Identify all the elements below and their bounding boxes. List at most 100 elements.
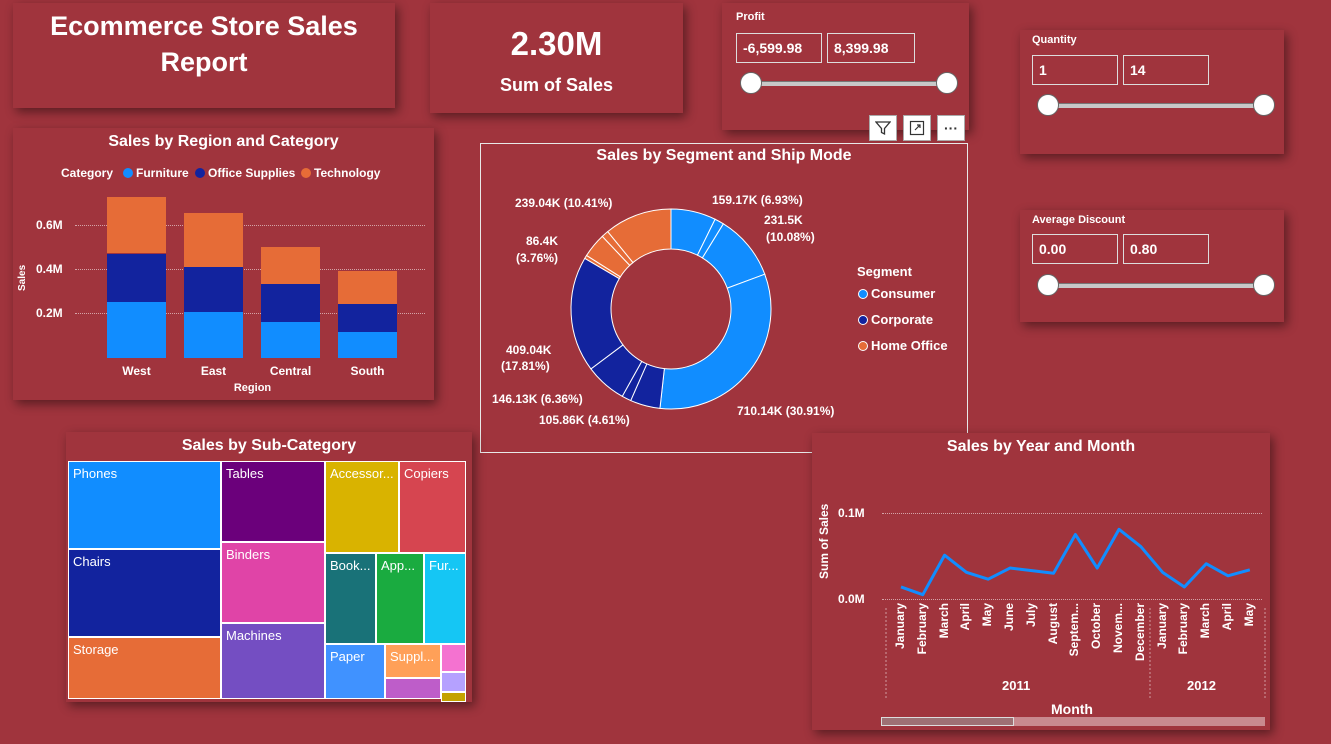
tile-machines[interactable]: Machines — [221, 623, 325, 699]
tile-fasteners[interactable] — [441, 692, 466, 702]
discount-slider-max-handle[interactable] — [1253, 274, 1275, 296]
quantity-slider-max-handle[interactable] — [1253, 94, 1275, 116]
tile-chairs[interactable]: Chairs — [68, 549, 221, 637]
kpi-card[interactable]: 2.30M Sum of Sales — [430, 3, 683, 113]
donut-label-231k: 231.5K — [764, 213, 803, 227]
profit-slider-min-handle[interactable] — [740, 72, 762, 94]
month-chart-card[interactable]: Sales by Year and Month Sum of Sales 0.1… — [812, 433, 1270, 730]
tile-labels[interactable] — [441, 672, 466, 692]
quantity-slicer-title: Quantity — [1032, 34, 1077, 46]
bar-east-furniture[interactable] — [184, 311, 243, 358]
month-xtick: January — [893, 603, 907, 650]
region-bars: West East Central South — [13, 128, 434, 400]
discount-slicer[interactable]: Average Discount 0.00 0.80 — [1020, 210, 1284, 322]
quantity-min-field[interactable]: 1 — [1032, 55, 1118, 85]
segment-legend-home-office-label: Home Office — [871, 338, 948, 353]
profit-max-field[interactable]: 8,399.98 — [827, 33, 915, 63]
profit-slider-max-handle[interactable] — [936, 72, 958, 94]
tile-tables[interactable]: Tables — [221, 461, 325, 542]
tile-supplies[interactable]: Suppl... — [385, 644, 441, 678]
discount-min-field[interactable]: 0.00 — [1032, 234, 1118, 264]
month-chart-scrollbar-thumb[interactable] — [881, 717, 1014, 726]
bar-central-furniture[interactable] — [261, 321, 320, 358]
bar-south-furniture[interactable] — [338, 331, 397, 358]
discount-slider-min-handle[interactable] — [1037, 274, 1059, 296]
donut-label-409k-pct: (17.81%) — [501, 359, 550, 373]
month-xtick: April — [1220, 603, 1234, 631]
region-chart-card[interactable]: Sales by Region and Category Category Fu… — [13, 128, 434, 400]
report-title-line2: Report — [160, 47, 248, 77]
donut-label-86k: 86.4K — [526, 234, 559, 248]
tile-binders[interactable]: Binders — [221, 542, 325, 623]
month-xtick: Novem... — [1111, 603, 1125, 654]
segment-legend-consumer[interactable]: Consumer — [858, 286, 935, 301]
month-chart-scrollbar[interactable] — [881, 717, 1265, 726]
month-xtick: Septem... — [1067, 603, 1082, 657]
month-xtick: January — [1154, 603, 1169, 650]
focus-mode-icon[interactable] — [903, 115, 931, 141]
donut-label-105k: 105.86K (4.61%) — [539, 413, 630, 427]
home-office-legend-dot — [858, 341, 868, 351]
more-options-icon[interactable]: ··· — [937, 115, 965, 141]
sales-line[interactable] — [900, 527, 1251, 597]
quantity-slicer[interactable]: Quantity 1 14 — [1020, 30, 1284, 154]
region-xtick-west: West — [122, 364, 151, 378]
bar-east-office-supplies[interactable] — [184, 266, 243, 312]
year-2012-label: 2012 — [1187, 678, 1216, 693]
region-xtick-central: Central — [269, 364, 312, 378]
tile-art[interactable] — [385, 678, 441, 699]
bar-south-office-supplies[interactable] — [338, 304, 397, 332]
tile-phones[interactable]: Phones — [68, 461, 221, 549]
bar-west-technology[interactable] — [107, 197, 166, 254]
report-title-line1: Ecommerce Store Sales — [50, 11, 358, 41]
filter-icon[interactable] — [869, 115, 897, 141]
tile-furnishings[interactable]: Fur... — [424, 553, 466, 644]
tile-envelopes[interactable] — [441, 644, 466, 672]
month-xtick: March — [936, 603, 951, 639]
subcategory-chart-card[interactable]: Sales by Sub-Category Phones Chairs Stor… — [66, 432, 472, 702]
bar-south-technology[interactable] — [338, 271, 397, 305]
donut-label-159k: 159.17K (6.93%) — [712, 193, 803, 207]
donut-slice-consumer-3[interactable] — [659, 273, 772, 410]
tile-storage[interactable]: Storage — [68, 637, 221, 699]
profit-min-field[interactable]: -6,599.98 — [736, 33, 822, 63]
quantity-max-field[interactable]: 14 — [1123, 55, 1209, 85]
profit-slider-track[interactable] — [752, 81, 946, 86]
tile-appliances[interactable]: App... — [376, 553, 424, 644]
bar-central-technology[interactable] — [261, 246, 320, 285]
donut-label-146k: 146.13K (6.36%) — [492, 392, 583, 406]
tile-paper[interactable]: Paper — [325, 644, 385, 699]
tile-bookcases[interactable]: Book... — [325, 553, 376, 644]
segment-chart-card[interactable]: Sales by Segment and Ship Mode 159.17K (… — [480, 143, 968, 453]
bar-west-office-supplies[interactable] — [107, 253, 166, 302]
month-xtick: July — [1023, 603, 1038, 628]
quantity-slider-track[interactable] — [1048, 103, 1264, 108]
quantity-slider-min-handle[interactable] — [1037, 94, 1059, 116]
segment-legend-title: Segment — [857, 264, 912, 279]
profit-slicer[interactable]: Profit -6,599.98 8,399.98 — [722, 3, 969, 130]
donut-label-239k: 239.04K (10.41%) — [515, 196, 613, 210]
discount-slider-track[interactable] — [1048, 283, 1264, 288]
month-xtick: March — [1198, 603, 1213, 639]
consumer-legend-dot — [858, 289, 868, 299]
tile-copiers[interactable]: Copiers — [399, 461, 466, 553]
segment-legend-corporate[interactable]: Corporate — [858, 312, 933, 327]
report-title-card: Ecommerce Store Sales Report — [13, 3, 395, 108]
segment-legend-corporate-label: Corporate — [871, 312, 934, 327]
region-xtick-east: East — [200, 364, 227, 378]
discount-max-field[interactable]: 0.80 — [1123, 234, 1209, 264]
month-xtick: December — [1132, 603, 1147, 662]
region-x-axis-label: Region — [233, 382, 272, 394]
tile-accessories[interactable]: Accessor... — [325, 461, 399, 553]
month-xtick: August — [1045, 603, 1060, 645]
discount-slicer-title: Average Discount — [1032, 214, 1126, 226]
subcategory-chart-title: Sales by Sub-Category — [181, 437, 357, 454]
segment-legend-home-office[interactable]: Home Office — [858, 338, 948, 353]
bar-west-furniture[interactable] — [107, 301, 166, 358]
donut-label-231k-pct: (10.08%) — [766, 230, 815, 244]
bar-central-office-supplies[interactable] — [261, 284, 320, 322]
region-xtick-south: South — [350, 364, 385, 378]
bar-east-technology[interactable] — [184, 212, 243, 267]
year-2011-label: 2011 — [1002, 678, 1031, 693]
month-xtick: February — [1176, 603, 1191, 655]
